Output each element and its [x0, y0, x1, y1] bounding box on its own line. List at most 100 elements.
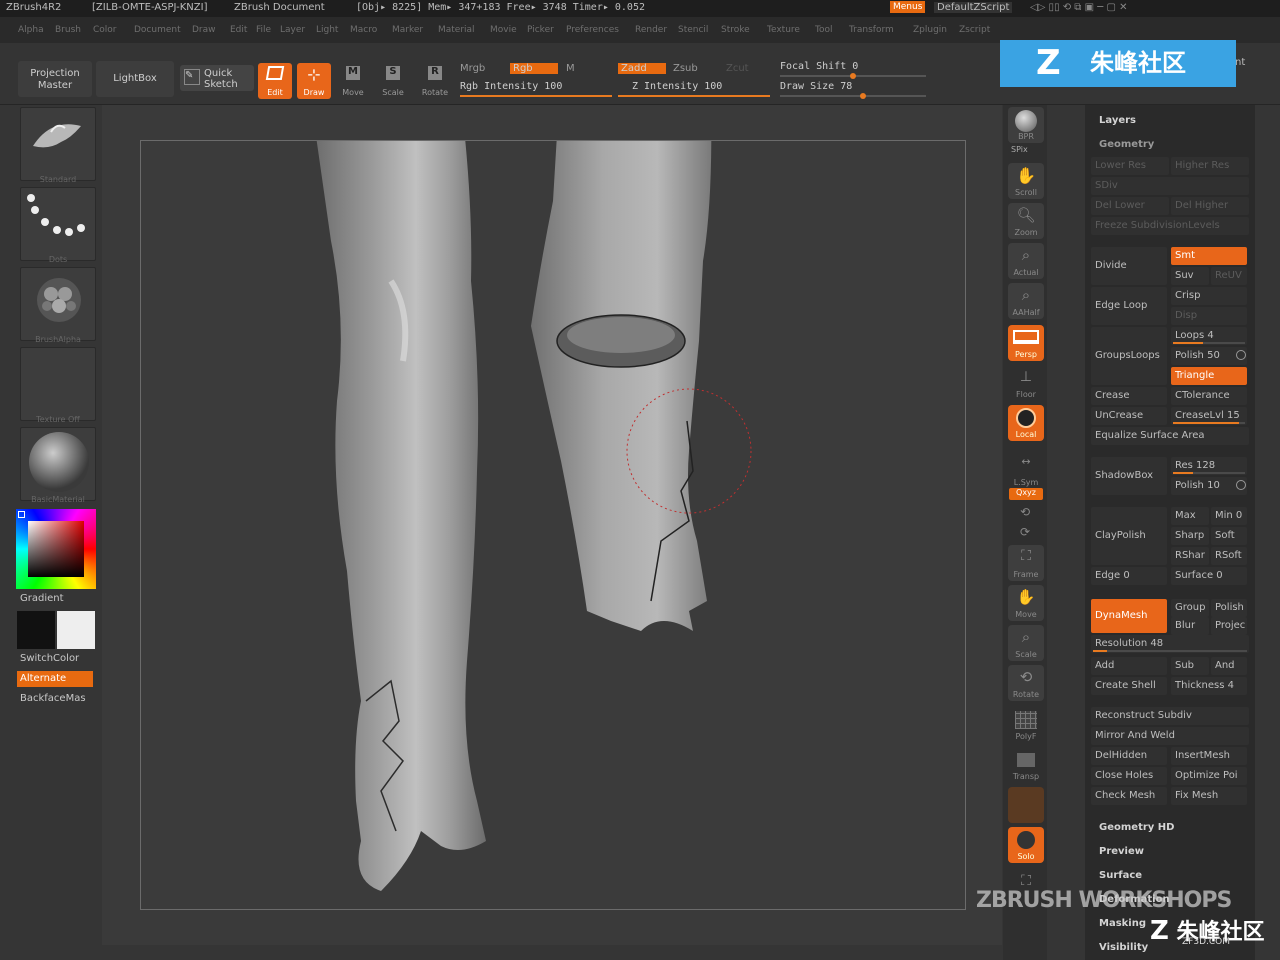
zoom-button[interactable]: 🔍︎ Zoom: [1008, 203, 1044, 239]
rotate-y-icon[interactable]: ⟲: [1003, 505, 1047, 519]
stroke-thumbnail[interactable]: [20, 187, 96, 261]
reuv-toggle[interactable]: ReUV: [1211, 267, 1247, 285]
insertmesh-button[interactable]: InsertMesh: [1171, 747, 1247, 765]
focal-shift-slider[interactable]: [780, 73, 926, 79]
edge-loop-button[interactable]: Edge Loop: [1091, 287, 1167, 325]
lightbox-button[interactable]: LightBox: [96, 61, 174, 97]
quick-sketch-button[interactable]: ✎ Quick Sketch: [180, 65, 254, 91]
rotate-z-icon[interactable]: ⟳: [1003, 525, 1047, 539]
menu-preferences[interactable]: Preferences: [566, 25, 619, 35]
min-slider[interactable]: Min 0: [1211, 507, 1247, 525]
and-button[interactable]: And: [1211, 657, 1247, 675]
groupsloops-button[interactable]: GroupsLoops: [1091, 327, 1167, 385]
rotate-view-button[interactable]: ⟲ Rotate: [1008, 665, 1044, 701]
reconstruct-subdiv-button[interactable]: Reconstruct Subdiv: [1091, 707, 1249, 725]
menu-alpha[interactable]: Alpha: [18, 25, 44, 35]
projection-master-button[interactable]: Projection Master: [18, 61, 92, 97]
surface-section[interactable]: Surface: [1099, 870, 1142, 881]
tray-icons[interactable]: ◁▷ ▯▯ ⟲ ⧉ ▣ ─ ▢ ✕: [1030, 2, 1127, 13]
menu-light[interactable]: Light: [316, 25, 338, 35]
switchcolor-button[interactable]: SwitchColor: [20, 653, 79, 664]
texture-thumbnail[interactable]: [20, 347, 96, 421]
menu-stroke[interactable]: Stroke: [721, 25, 750, 35]
sdiv-slider[interactable]: SDiv: [1091, 177, 1249, 195]
sharp-slider[interactable]: Sharp: [1171, 527, 1209, 545]
bpr-button[interactable]: BPR: [1008, 107, 1044, 143]
menu-macro[interactable]: Macro: [350, 25, 377, 35]
z-intensity[interactable]: Z Intensity 100: [632, 81, 722, 92]
shadowbox-button[interactable]: ShadowBox: [1091, 457, 1167, 495]
masking-section[interactable]: Masking: [1099, 918, 1146, 929]
scale-button[interactable]: S Scale: [376, 63, 410, 99]
rsoft-slider[interactable]: RSoft: [1211, 547, 1247, 565]
rgb-button[interactable]: Rgb: [510, 63, 558, 74]
rshar-slider[interactable]: RShar: [1171, 547, 1209, 565]
frame-button[interactable]: ⛶ Frame: [1008, 545, 1044, 581]
rgb-intensity[interactable]: Rgb Intensity 100: [460, 81, 562, 92]
focal-shift[interactable]: Focal Shift 0: [780, 61, 858, 72]
backface-mask-button[interactable]: BackfaceMas: [20, 693, 86, 704]
uncrease-button[interactable]: UnCrease: [1091, 407, 1167, 425]
del-lower-button[interactable]: Del Lower: [1091, 197, 1169, 215]
menu-stencil[interactable]: Stencil: [678, 25, 708, 35]
spix-label[interactable]: SPix: [1011, 145, 1028, 154]
fix-mesh-button[interactable]: Fix Mesh: [1171, 787, 1247, 805]
default-zscript[interactable]: DefaultZScript: [934, 2, 1013, 13]
z-intensity-slider[interactable]: [618, 95, 770, 97]
sub-button[interactable]: Sub: [1171, 657, 1209, 675]
menu-edit[interactable]: Edit: [230, 25, 247, 35]
menu-file[interactable]: File: [256, 25, 271, 35]
layers-section[interactable]: Layers: [1099, 115, 1136, 126]
res-slider-track[interactable]: [1173, 472, 1245, 474]
add-button[interactable]: Add: [1091, 657, 1167, 675]
draw-size[interactable]: Draw Size 78: [780, 81, 852, 92]
alpha-thumbnail[interactable]: [20, 267, 96, 341]
lsym-button[interactable]: ↔ L.Sym: [1008, 453, 1044, 489]
local-button[interactable]: Local: [1008, 405, 1044, 441]
triangle-toggle[interactable]: Triangle: [1171, 367, 1247, 385]
move-view-button[interactable]: ✋ Move: [1008, 585, 1044, 621]
scale-view-button[interactable]: ⌕ Scale: [1008, 625, 1044, 661]
rgb-intensity-slider[interactable]: [460, 95, 612, 97]
suv-toggle[interactable]: Suv: [1171, 267, 1209, 285]
zadd-button[interactable]: Zadd: [618, 63, 666, 74]
group-toggle[interactable]: Group: [1171, 599, 1209, 617]
menu-layer[interactable]: Layer: [280, 25, 305, 35]
menu-transform[interactable]: Transform: [849, 25, 894, 35]
dynamesh-button[interactable]: DynaMesh: [1091, 599, 1167, 633]
edge-slider[interactable]: Edge 0: [1091, 567, 1167, 585]
menu-tool[interactable]: Tool: [815, 25, 832, 35]
crisp-toggle[interactable]: Crisp: [1171, 287, 1247, 305]
disp-toggle[interactable]: Disp: [1171, 307, 1247, 325]
crease-button[interactable]: Crease: [1091, 387, 1167, 405]
project-toggle[interactable]: Projec: [1211, 617, 1247, 635]
solo-button[interactable]: Solo: [1008, 827, 1044, 863]
edit-button[interactable]: Edit: [258, 63, 292, 99]
optimize-points-button[interactable]: Optimize Poi: [1171, 767, 1247, 785]
alternate-button[interactable]: Alternate: [17, 671, 93, 687]
ghost-button[interactable]: [1008, 787, 1044, 823]
polyf-button[interactable]: PolyF: [1008, 707, 1044, 743]
mirror-and-weld-button[interactable]: Mirror And Weld: [1091, 727, 1249, 745]
polish-toggle[interactable]: Polish: [1211, 599, 1247, 617]
menu-document[interactable]: Document: [134, 25, 181, 35]
m-button[interactable]: M: [566, 63, 575, 74]
menu-material[interactable]: Material: [438, 25, 475, 35]
document-canvas[interactable]: [140, 140, 966, 910]
equalize-surface-area-button[interactable]: Equalize Surface Area: [1091, 427, 1249, 445]
move-button[interactable]: M Move: [336, 63, 370, 99]
delhidden-button[interactable]: DelHidden: [1091, 747, 1167, 765]
create-shell-button[interactable]: Create Shell: [1091, 677, 1167, 695]
zsub-button[interactable]: Zsub: [673, 63, 698, 74]
lower-res-button[interactable]: Lower Res: [1091, 157, 1169, 175]
menu-movie[interactable]: Movie: [490, 25, 517, 35]
menus-button[interactable]: Menus: [890, 1, 926, 13]
actual-button[interactable]: ⌕ Actual: [1008, 243, 1044, 279]
material-thumbnail[interactable]: [20, 427, 96, 501]
surface-slider[interactable]: Surface 0: [1171, 567, 1247, 585]
menu-marker[interactable]: Marker: [392, 25, 423, 35]
polish-circle-icon[interactable]: [1236, 350, 1246, 360]
divide-button[interactable]: Divide: [1091, 247, 1167, 285]
claypolish-button[interactable]: ClayPolish: [1091, 507, 1167, 565]
menu-render[interactable]: Render: [635, 25, 667, 35]
